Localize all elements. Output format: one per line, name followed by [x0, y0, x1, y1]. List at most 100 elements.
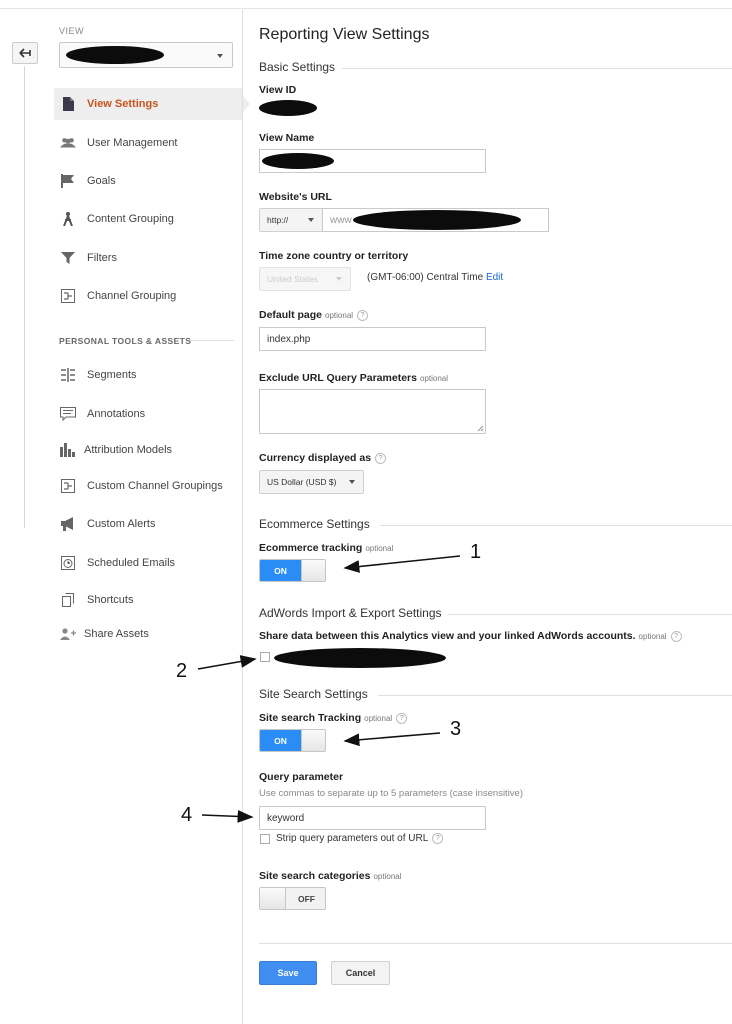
currency-select[interactable]: US Dollar (USD $) [259, 470, 364, 494]
help-icon[interactable]: ? [375, 452, 387, 464]
sidebar-item-custom-alerts[interactable]: Custom Alerts [54, 508, 242, 540]
flag-icon [60, 173, 76, 189]
currency-text: Currency displayed as [259, 452, 372, 464]
edit-timezone-link[interactable]: Edit [486, 272, 503, 283]
redacted-view-name [66, 46, 164, 64]
strip-query-params-checkbox[interactable] [260, 834, 270, 844]
section-personal-tools: PERSONAL TOOLS & ASSETS [59, 336, 192, 346]
footer-divider [259, 943, 732, 944]
currency-value: US Dollar (USD $) [267, 477, 337, 487]
help-icon[interactable]: ? [396, 712, 408, 724]
redacted-adwords-account [274, 648, 446, 668]
sidebar-item-content-grouping[interactable]: Content Grouping [54, 203, 242, 235]
sidebar-item-shortcuts[interactable]: Shortcuts [54, 584, 242, 616]
strip-query-params-text: Strip query parameters out of URL [276, 833, 429, 845]
alarm-clock-icon [60, 555, 76, 571]
sidebar-item-view-settings[interactable]: View Settings [54, 88, 250, 120]
site-search-categories-label: Site search categories optional [259, 870, 402, 882]
sidebar-item-user-management[interactable]: User Management [54, 127, 242, 159]
person-walk-icon [60, 211, 76, 227]
protocol-value: http:// [267, 215, 289, 225]
sidebar-item-label: Attribution Models [84, 444, 173, 456]
sidebar-item-label: Custom Alerts [87, 518, 156, 530]
view-name-label: View Name [259, 132, 315, 144]
sidebar-item-attribution-models[interactable]: Attribution Models [54, 434, 242, 466]
sidebar-item-segments[interactable]: Segments [54, 359, 242, 391]
sidebar-item-scheduled-emails[interactable]: Scheduled Emails [54, 547, 242, 579]
site-search-tracking-label: Site search Tracking optional? [259, 712, 408, 724]
view-label: VIEW [59, 26, 85, 36]
website-url-input[interactable]: www [322, 208, 549, 232]
sidebar-divider [242, 10, 243, 1024]
sidebar-item-annotations[interactable]: Annotations [54, 398, 242, 430]
site-search-categories-text: Site search categories [259, 870, 371, 882]
section-divider [380, 525, 732, 526]
default-page-label: Default page optional? [259, 309, 369, 321]
cancel-button[interactable]: Cancel [331, 961, 390, 985]
help-icon[interactable]: ? [670, 630, 682, 642]
resize-handle-icon[interactable] [477, 425, 484, 432]
sidebar-item-label: Scheduled Emails [87, 557, 176, 569]
section-ecommerce-settings: Ecommerce Settings [259, 517, 370, 531]
default-page-text: Default page [259, 309, 323, 321]
chevron-down-icon [217, 54, 223, 58]
annotation-number-1: 1 [470, 541, 482, 563]
sidebar-item-custom-channel-groupings[interactable]: Custom Channel Groupings [54, 470, 242, 502]
ecommerce-tracking-toggle[interactable]: ON [259, 559, 326, 582]
protocol-select[interactable]: http:// [259, 208, 323, 232]
default-page-value: index.php [267, 333, 311, 345]
currency-label: Currency displayed as? [259, 452, 387, 464]
sidebar-item-label: Filters [87, 252, 117, 264]
funnel-icon [60, 250, 76, 266]
sidebar-item-share-assets[interactable]: Share Assets [54, 618, 242, 650]
query-parameter-input[interactable]: keyword [259, 806, 486, 830]
default-page-input[interactable]: index.php [259, 327, 486, 351]
share-data-checkbox[interactable] [260, 652, 270, 662]
back-arrow-icon [19, 48, 31, 58]
annotation-number-4: 4 [181, 804, 193, 826]
view-id-label: View ID [259, 84, 297, 96]
section-divider [448, 614, 732, 615]
sidebar-item-label: Annotations [87, 408, 146, 420]
site-search-tracking-toggle[interactable]: ON [259, 729, 326, 752]
back-button[interactable] [12, 42, 38, 64]
section-adwords-settings: AdWords Import & Export Settings [259, 606, 442, 620]
help-icon[interactable]: ? [432, 833, 444, 844]
channel-icon [60, 288, 76, 304]
sidebar-item-label: Goals [87, 175, 116, 187]
sidebar-item-label: Share Assets [84, 628, 149, 640]
section-site-search-settings: Site Search Settings [259, 687, 368, 701]
bar-chart-icon [60, 442, 76, 458]
timezone-country-select: United States [259, 267, 351, 291]
help-icon[interactable]: ? [357, 309, 369, 321]
site-search-categories-toggle[interactable]: OFF [259, 887, 326, 910]
sidebar-item-label: Segments [87, 369, 137, 381]
sidebar-item-channel-grouping[interactable]: Channel Grouping [54, 280, 242, 312]
sidebar-item-label: Content Grouping [87, 213, 174, 225]
chevron-down-icon [349, 480, 355, 484]
ecommerce-tracking-text: Ecommerce tracking [259, 542, 363, 554]
sidebar-item-goals[interactable]: Goals [54, 165, 242, 197]
sidebar-item-label: Channel Grouping [87, 290, 177, 302]
save-button[interactable]: Save [259, 961, 317, 985]
ecommerce-tracking-label: Ecommerce tracking optional [259, 542, 393, 554]
chevron-down-icon [336, 277, 342, 281]
sidebar-item-filters[interactable]: Filters [54, 242, 242, 274]
timezone-text: (GMT-06:00) Central Time [367, 272, 484, 283]
exclude-params-textarea[interactable] [259, 389, 486, 434]
copy-icon [60, 592, 76, 608]
toggle-on-label: ON [260, 730, 301, 751]
view-selector[interactable] [59, 42, 233, 68]
redacted-url [353, 210, 521, 230]
site-search-tracking-text: Site search Tracking [259, 712, 362, 724]
optional-tag: optional [638, 632, 667, 641]
exclude-params-text: Exclude URL Query Parameters [259, 372, 417, 384]
query-parameter-hint: Use commas to separate up to 5 parameter… [259, 788, 524, 799]
sidebar-item-label: Custom Channel Groupings [87, 480, 223, 492]
optional-tag: optional [325, 311, 354, 320]
query-parameter-value: keyword [267, 812, 305, 824]
optional-tag: optional [419, 374, 448, 383]
section-divider [190, 340, 234, 341]
view-name-input[interactable] [259, 149, 486, 173]
nav-rail [24, 66, 25, 528]
